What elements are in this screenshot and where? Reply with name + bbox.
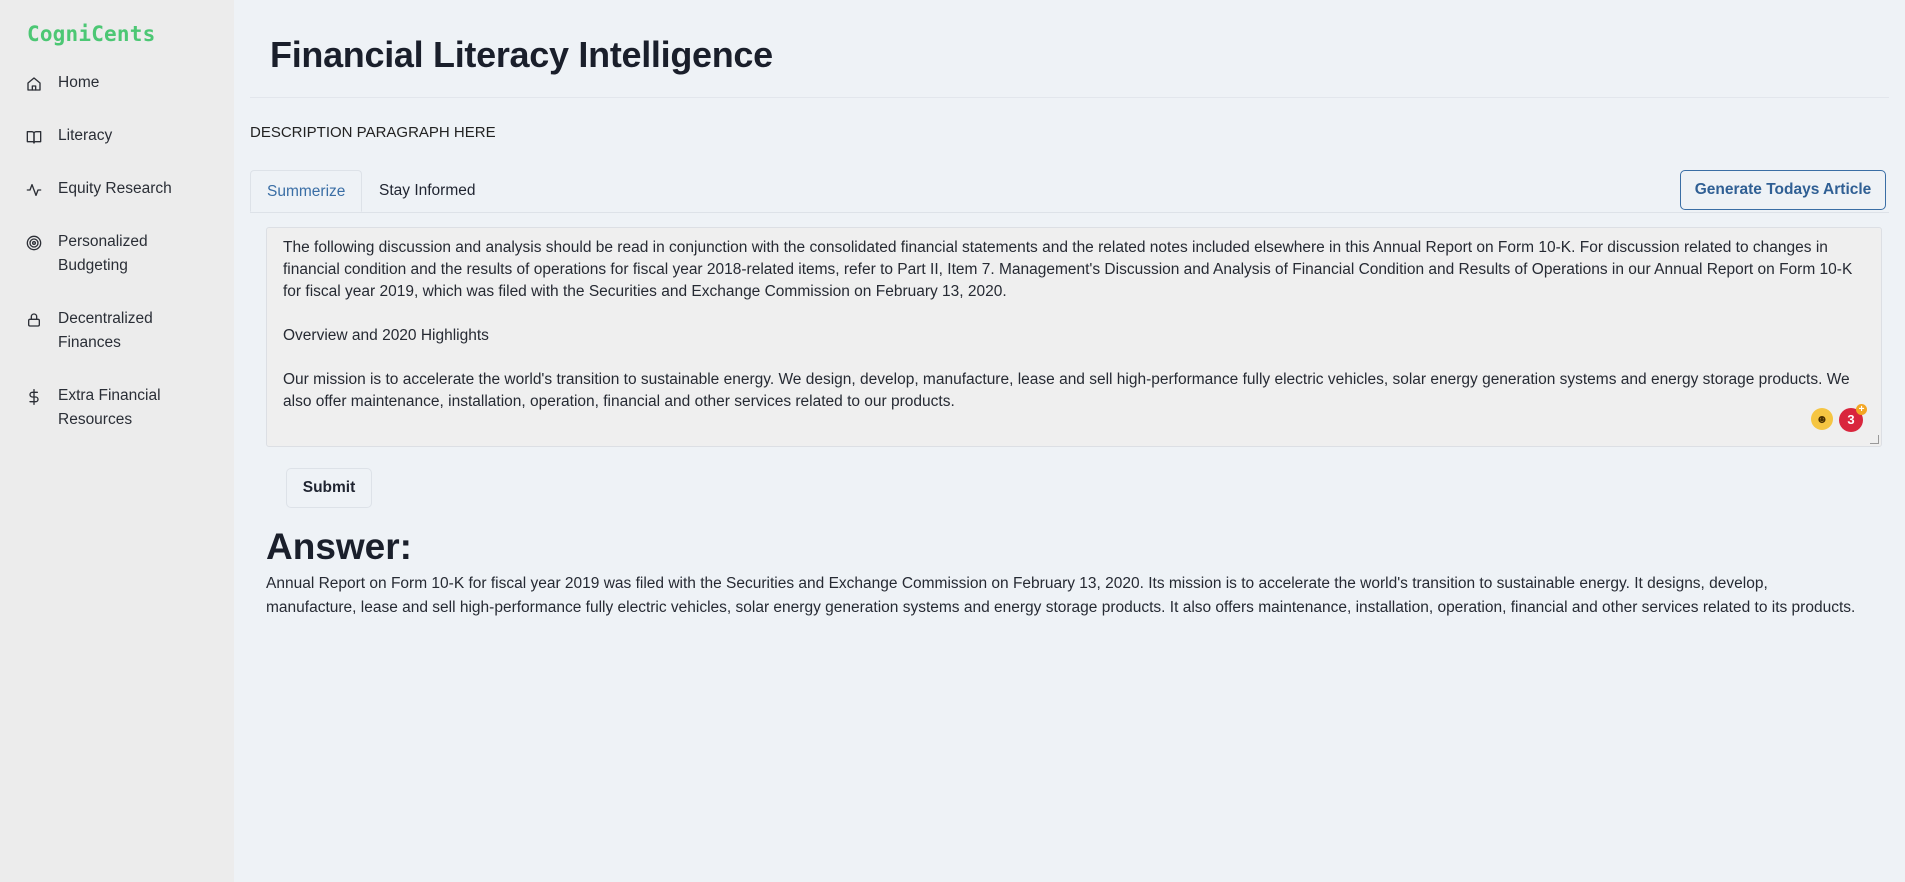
- plus-icon: +: [1856, 404, 1867, 415]
- sidebar-item-literacy[interactable]: Literacy: [0, 127, 234, 148]
- home-icon: [26, 76, 42, 92]
- submit-button[interactable]: Submit: [286, 468, 372, 508]
- textarea-extension-icons: ☻ 3 +: [1811, 404, 1867, 432]
- input-paragraph: Our mission is to accelerate the world's…: [283, 371, 1850, 410]
- brand-logo[interactable]: CogniCents: [0, 22, 234, 46]
- sidebar-item-home[interactable]: Home: [0, 74, 234, 95]
- sidebar-item-label: Literacy: [58, 127, 113, 144]
- grammar-badge-count: 3: [1847, 412, 1855, 427]
- sidebar: CogniCents Home Literacy Equity Research…: [0, 0, 234, 882]
- sidebar-item-personalized-budgeting[interactable]: Personalized Budgeting: [0, 233, 234, 278]
- sidebar-item-extra-financial-resources[interactable]: Extra Financial Resources: [0, 387, 234, 432]
- grammar-badge-icon[interactable]: 3 +: [1839, 404, 1867, 432]
- input-paragraph: The following discussion and analysis sh…: [283, 239, 1853, 300]
- nerd-face-icon[interactable]: ☻: [1811, 408, 1833, 430]
- sidebar-item-label: Personalized Budgeting: [58, 233, 148, 274]
- description-text: DESCRIPTION PARAGRAPH HERE: [250, 124, 496, 141]
- tab-summerize[interactable]: Summerize: [250, 170, 363, 212]
- generate-article-button[interactable]: Generate Todays Article: [1680, 170, 1886, 210]
- lock-icon: [26, 312, 42, 328]
- sidebar-item-label: Home: [58, 74, 100, 91]
- article-text-input[interactable]: The following discussion and analysis sh…: [266, 227, 1882, 447]
- resize-handle-icon[interactable]: [1870, 435, 1879, 444]
- book-icon: [26, 129, 42, 145]
- sidebar-item-label: Decentralized Finances: [58, 310, 153, 351]
- answer-text: Annual Report on Form 10-K for fiscal ye…: [266, 575, 1856, 616]
- tab-stay-informed[interactable]: Stay Informed: [363, 170, 492, 212]
- sidebar-item-equity-research[interactable]: Equity Research: [0, 180, 234, 201]
- sidebar-item-label: Equity Research: [58, 180, 172, 197]
- dollar-icon: [26, 389, 42, 405]
- activity-icon: [26, 182, 42, 198]
- target-icon: [26, 235, 42, 251]
- answer-heading: Answer:: [266, 526, 412, 567]
- tab-bar: Summerize Stay Informed: [250, 170, 1889, 213]
- sidebar-item-decentralized-finances[interactable]: Decentralized Finances: [0, 310, 234, 355]
- input-paragraph: Overview and 2020 Highlights: [283, 327, 489, 344]
- sidebar-item-label: Extra Financial Resources: [58, 387, 161, 428]
- page-title: Financial Literacy Intelligence: [270, 34, 773, 75]
